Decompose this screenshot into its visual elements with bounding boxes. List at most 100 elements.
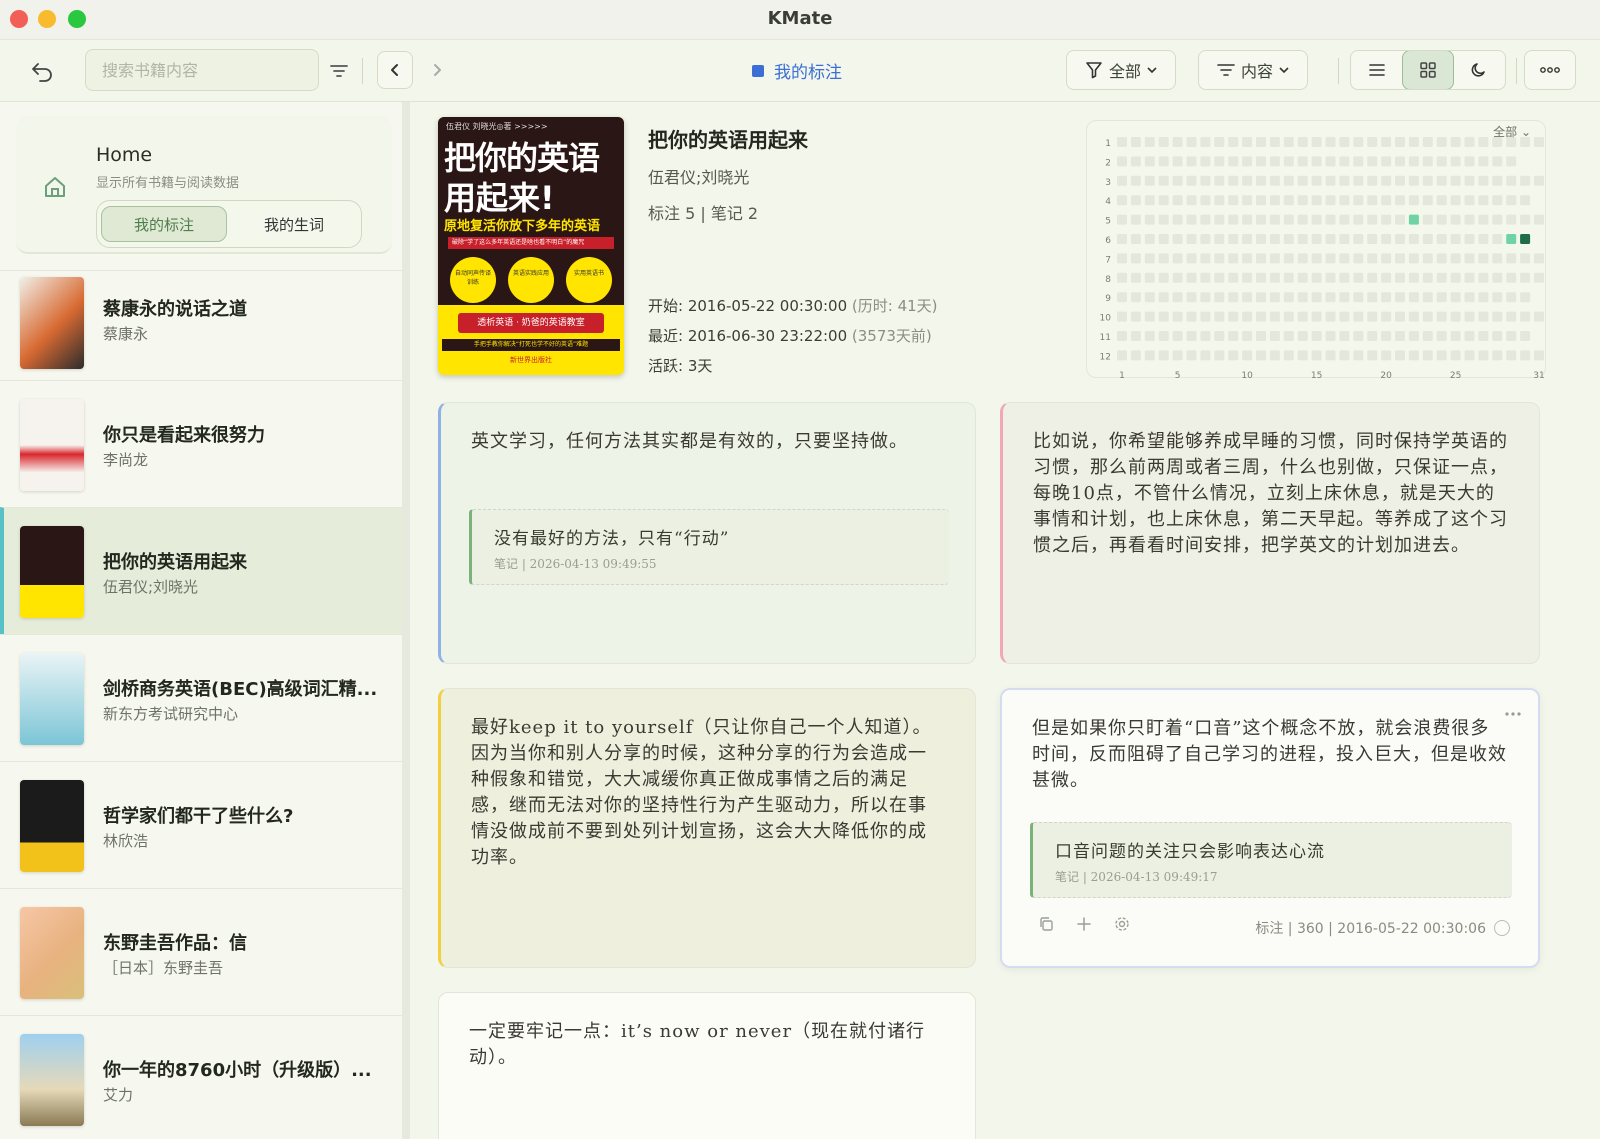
heatmap-cell[interactable] [1520,331,1531,341]
heatmap-cell[interactable] [1464,292,1475,303]
heatmap-cell[interactable] [1228,331,1239,341]
heatmap-cell[interactable] [1339,253,1350,264]
heatmap-cell[interactable] [1478,175,1489,186]
heatmap-cell[interactable] [1436,331,1447,341]
heatmap-cell[interactable] [1200,195,1211,206]
highlight-card[interactable]: 最好keep it to yourself（只让你自己一个人知道）。因为当你和别… [438,688,976,968]
heatmap-cell[interactable] [1325,137,1336,147]
heatmap-cell[interactable] [1339,331,1350,341]
heatmap-cell[interactable] [1367,214,1378,225]
heatmap-cell[interactable] [1534,214,1544,225]
heatmap-cell[interactable] [1325,234,1336,244]
heatmap-cell[interactable] [1311,137,1322,147]
heatmap-cell[interactable] [1144,253,1155,264]
heatmap-cell[interactable] [1450,292,1461,303]
heatmap-cell[interactable] [1200,214,1211,225]
heatmap-cell[interactable] [1242,272,1253,283]
heatmap-cell[interactable] [1283,234,1294,244]
heatmap-cell[interactable] [1269,234,1280,244]
heatmap-cell[interactable] [1269,253,1280,264]
heatmap-cell[interactable] [1464,214,1475,225]
heatmap-cell[interactable] [1450,350,1461,361]
more-menu-button[interactable] [1524,50,1576,90]
heatmap-cell[interactable] [1339,350,1350,361]
heatmap-cell[interactable] [1520,292,1531,303]
heatmap-cell[interactable] [1506,253,1517,264]
grid-view-button[interactable] [1402,51,1454,89]
heatmap-cell[interactable] [1395,331,1405,341]
heatmap-cell[interactable] [1144,175,1155,186]
heatmap-cell[interactable] [1158,272,1169,283]
heatmap-cell[interactable] [1422,156,1433,167]
highlight-card-focused[interactable]: 但是如果你只盯着“口音”这个概念不放，就会浪费很多时间，反而阻碍了自己学习的进程… [1000,688,1540,968]
heatmap-cell[interactable] [1172,195,1183,206]
heatmap-cell[interactable] [1117,331,1127,341]
heatmap-cell[interactable] [1158,253,1169,264]
heatmap-cell[interactable] [1450,175,1461,186]
heatmap-cell[interactable] [1228,292,1239,303]
heatmap-cell[interactable] [1256,311,1266,322]
heatmap-cell[interactable] [1492,331,1503,341]
heatmap-cell[interactable] [1436,272,1447,283]
next-button[interactable] [419,51,455,89]
heatmap-cell[interactable] [1117,272,1127,283]
heatmap-cell[interactable] [1283,214,1294,225]
heatmap-cell[interactable] [1186,311,1197,322]
heatmap-cell[interactable] [1269,214,1280,225]
heatmap-cell[interactable] [1200,253,1211,264]
heatmap-cell[interactable] [1381,156,1392,167]
heatmap-cell[interactable] [1186,156,1197,167]
heatmap-cell[interactable] [1186,214,1197,225]
heatmap-cell[interactable] [1283,292,1294,303]
book-list-item[interactable]: 剑桥商务英语(BEC)高级词汇精... 新东方考试研究中心 [0,634,402,761]
heatmap-cell[interactable] [1450,156,1461,167]
heatmap-cell[interactable] [1464,331,1475,341]
heatmap-cell[interactable] [1492,350,1503,361]
heatmap-cell[interactable] [1367,156,1378,167]
heatmap-cell[interactable] [1256,214,1266,225]
heatmap-cell[interactable] [1214,292,1225,303]
heatmap-cell[interactable] [1353,311,1364,322]
heatmap-cell[interactable] [1436,156,1447,167]
heatmap-cell[interactable] [1256,350,1266,361]
heatmap-cell[interactable] [1283,156,1294,167]
heatmap-cell[interactable] [1214,311,1225,322]
heatmap-cell[interactable] [1325,156,1336,167]
heatmap-cell[interactable] [1436,195,1447,206]
heatmap-cell[interactable] [1450,272,1461,283]
heatmap-cell[interactable] [1144,272,1155,283]
heatmap-cell[interactable] [1228,137,1239,147]
heatmap-cell[interactable] [1172,214,1183,225]
heatmap-cell[interactable] [1408,214,1419,225]
heatmap-cell[interactable] [1214,253,1225,264]
heatmap-cell[interactable] [1256,253,1266,264]
heatmap-cell[interactable] [1395,214,1405,225]
heatmap-cell[interactable] [1311,234,1322,244]
heatmap-cell[interactable] [1353,195,1364,206]
heatmap-cell[interactable] [1381,253,1392,264]
heatmap-cell[interactable] [1311,331,1322,341]
heatmap-cell[interactable] [1242,214,1253,225]
heatmap-cell[interactable] [1297,214,1308,225]
heatmap-cell[interactable] [1311,214,1322,225]
heatmap-cell[interactable] [1256,331,1266,341]
settings-icon[interactable] [1114,916,1130,936]
heatmap-cell[interactable] [1408,175,1419,186]
heatmap-cell[interactable] [1450,195,1461,206]
heatmap-cell[interactable] [1297,311,1308,322]
heatmap-cell[interactable] [1228,234,1239,244]
heatmap-cell[interactable] [1256,156,1266,167]
heatmap-cell[interactable] [1283,137,1294,147]
heatmap-cell[interactable] [1283,311,1294,322]
heatmap-cell[interactable] [1436,234,1447,244]
heatmap-cell[interactable] [1381,234,1392,244]
heatmap-cell[interactable] [1172,311,1183,322]
heatmap-cell[interactable] [1520,272,1531,283]
heatmap-cell[interactable] [1117,253,1127,264]
book-list-item[interactable]: 哲学家们都干了些什么? 林欣浩 [0,761,402,888]
heatmap-cell[interactable] [1144,292,1155,303]
heatmap-cell[interactable] [1450,234,1461,244]
heatmap-cell[interactable] [1408,292,1419,303]
heatmap-cell[interactable] [1144,350,1155,361]
heatmap-cell[interactable] [1214,234,1225,244]
